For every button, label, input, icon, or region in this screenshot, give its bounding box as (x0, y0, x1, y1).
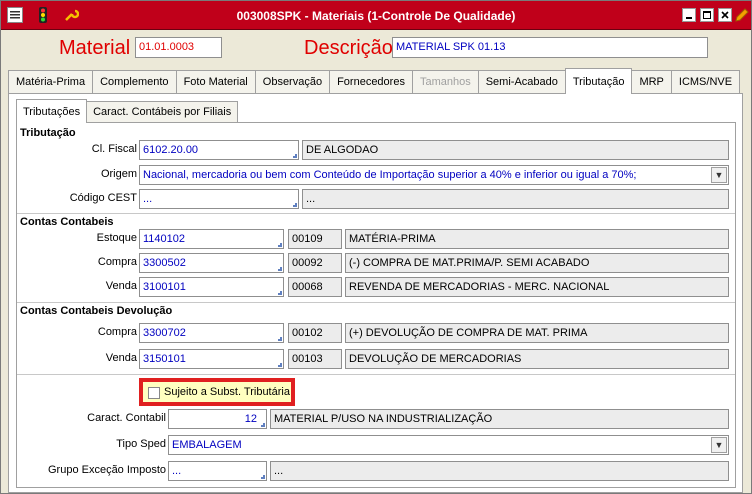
caract-contabil-label: Caract. Contabil (87, 412, 166, 424)
lookup-corner-icon (293, 154, 297, 158)
cest-desc-field: ... (302, 189, 729, 209)
dev-compra-code-value: 3300702 (143, 327, 186, 339)
estoque-code-field[interactable]: 1140102 (139, 229, 284, 249)
dev-compra-num-field: 00102 (288, 323, 342, 343)
estoque-num-field: 00109 (288, 229, 342, 249)
lookup-corner-icon (278, 267, 282, 271)
tributacao-section-title: Tributação (20, 127, 76, 139)
tipo-sped-select[interactable]: EMBALAGEM ▼ (168, 435, 729, 455)
cest-code-value: ... (143, 193, 153, 205)
dev-venda-num-field: 00103 (288, 349, 342, 369)
tributacao-panel: Tributações Caract. Contábeis por Filiai… (8, 93, 743, 493)
dev-compra-code-field[interactable]: 3300702 (139, 323, 284, 343)
sub-tabs: Tributações Caract. Contábeis por Filiai… (16, 99, 239, 123)
chevron-down-icon[interactable]: ▼ (711, 167, 727, 183)
grupo-excecao-desc-field: ... (270, 461, 729, 481)
lookup-corner-icon (278, 363, 282, 367)
caract-contabil-code-field[interactable]: 12 (168, 409, 267, 429)
tab-mrp[interactable]: MRP (631, 70, 672, 94)
chevron-down-icon[interactable]: ▼ (711, 437, 727, 453)
descricao-field[interactable]: MATERIAL SPK 01.13 (392, 37, 708, 58)
venda-desc-field: REVENDA DE MERCADORIAS - MERC. NACIONAL (345, 277, 729, 297)
origem-label: Origem (100, 168, 137, 180)
dev-venda-code-field[interactable]: 3150101 (139, 349, 284, 369)
compra-code-field[interactable]: 3300502 (139, 253, 284, 273)
descricao-label: Descrição (304, 37, 393, 59)
content-area: Material 01.01.0003 Descrição MATERIAL S… (1, 30, 751, 493)
grupo-excecao-label: Grupo Exceção Imposto (47, 464, 166, 476)
main-tabs: Matéria-Prima Complemento Foto Material … (8, 68, 741, 94)
cl-fiscal-code-field[interactable]: 6102.20.00 (139, 140, 299, 160)
maximize-icon (703, 11, 711, 19)
tab-observacao[interactable]: Observação (254, 70, 331, 94)
minimize-icon (686, 17, 692, 19)
lookup-corner-icon (261, 475, 265, 479)
dev-venda-label: Venda (105, 352, 137, 364)
lookup-corner-icon (261, 423, 265, 427)
tributacoes-form: Tributação Cl. Fiscal 6102.20.00 DE ALGO… (16, 122, 736, 488)
tab-tributacao[interactable]: Tributação (564, 68, 633, 94)
dev-compra-desc-field: (+) DEVOLUÇÃO DE COMPRA DE MAT. PRIMA (345, 323, 729, 343)
dev-venda-desc-field: DEVOLUÇÃO DE MERCADORIAS (345, 349, 729, 369)
cl-fiscal-label: Cl. Fiscal (91, 143, 137, 155)
pencil-icon[interactable] (734, 7, 750, 23)
origem-value: Nacional, mercadoria ou bem com Conteúdo… (143, 169, 637, 181)
maximize-button[interactable] (700, 8, 714, 22)
lookup-corner-icon (278, 337, 282, 341)
tab-foto-material[interactable]: Foto Material (175, 70, 256, 94)
tab-tamanhos: Tamanhos (411, 70, 479, 94)
material-label: Material (59, 37, 131, 59)
tab-fornecedores[interactable]: Fornecedores (329, 70, 413, 94)
tipo-sped-label: Tipo Sped (116, 438, 166, 450)
divider (17, 302, 735, 303)
lookup-corner-icon (293, 203, 297, 207)
subst-tributaria-label[interactable]: Sujeito a Subst. Tributária (164, 386, 290, 398)
minimize-button[interactable] (682, 8, 696, 22)
tab-icms-nve[interactable]: ICMS/NVE (670, 70, 741, 94)
estoque-desc-field: MATÉRIA-PRIMA (345, 229, 729, 249)
grupo-excecao-code-value: ... (172, 465, 182, 477)
window-title: 003008SPK - Materiais (1-Controle De Qua… (236, 9, 516, 23)
title-bar: 003008SPK - Materiais (1-Controle De Qua… (1, 1, 751, 30)
estoque-label: Estoque (96, 232, 137, 244)
compra-code-value: 3300502 (143, 257, 186, 269)
tipo-sped-value: EMBALAGEM (172, 439, 242, 451)
caract-contabil-desc-field: MATERIAL P/USO NA INDUSTRIALIZAÇÃO (270, 409, 729, 429)
contas-section-title: Contas Contabeis (20, 216, 114, 228)
tab-complemento[interactable]: Complemento (92, 70, 177, 94)
cl-fiscal-desc-field: DE ALGODAO (302, 140, 729, 160)
devolucao-section-title: Contas Contabeis Devolução (20, 305, 173, 317)
grupo-excecao-code-field[interactable]: ... (168, 461, 267, 481)
materiais-window: 003008SPK - Materiais (1-Controle De Qua… (0, 0, 752, 494)
lookup-corner-icon (278, 291, 282, 295)
subst-tributaria-highlight: Sujeito a Subst. Tributária (139, 378, 295, 406)
lookup-corner-icon (278, 243, 282, 247)
cest-label: Código CEST (69, 192, 137, 204)
subst-tributaria-checkbox[interactable] (148, 387, 160, 399)
subtab-tributacoes[interactable]: Tributações (16, 99, 88, 123)
close-icon (721, 11, 729, 19)
origem-select[interactable]: Nacional, mercadoria ou bem com Conteúdo… (139, 165, 729, 185)
estoque-code-value: 1140102 (143, 233, 186, 245)
close-button[interactable] (718, 8, 732, 22)
compra-desc-field: (-) COMPRA DE MAT.PRIMA/P. SEMI ACABADO (345, 253, 729, 273)
divider (17, 213, 735, 214)
venda-code-field[interactable]: 3100101 (139, 277, 284, 297)
cl-fiscal-code-value: 6102.20.00 (143, 144, 199, 156)
material-field[interactable]: 01.01.0003 (135, 37, 222, 58)
divider (17, 374, 735, 375)
cest-code-field[interactable]: ... (139, 189, 299, 209)
venda-code-value: 3100101 (143, 281, 186, 293)
dev-compra-label: Compra (97, 326, 137, 338)
subtab-caract-contabeis[interactable]: Caract. Contábeis por Filiais (86, 101, 239, 123)
venda-label: Venda (105, 280, 137, 292)
compra-num-field: 00092 (288, 253, 342, 273)
compra-label: Compra (97, 256, 137, 268)
tab-semi-acabado[interactable]: Semi-Acabado (477, 70, 566, 94)
venda-num-field: 00068 (288, 277, 342, 297)
tab-materia-prima[interactable]: Matéria-Prima (8, 70, 94, 94)
dev-venda-code-value: 3150101 (143, 353, 186, 365)
